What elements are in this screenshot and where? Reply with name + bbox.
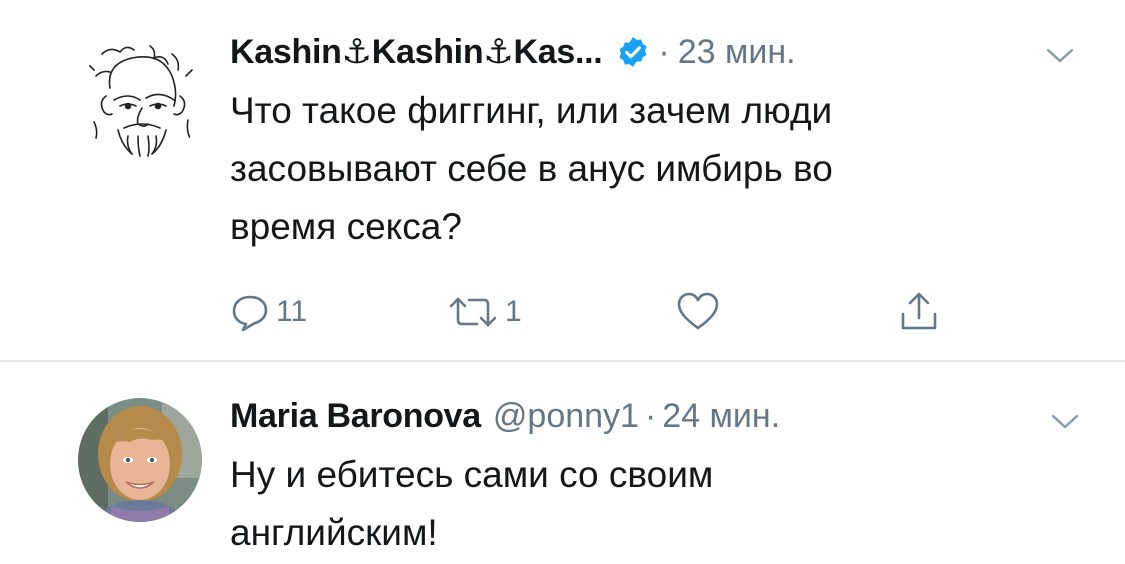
- share-icon: [901, 292, 937, 330]
- separator: ·: [644, 397, 657, 435]
- photo-avatar-icon: [78, 398, 202, 522]
- share-button[interactable]: [897, 282, 941, 342]
- tweet-text: Ну и ебитесь сами со своим английским!: [230, 454, 714, 553]
- like-icon: [677, 292, 719, 330]
- tweet[interactable]: Kashin⚓Kashin⚓Kas... · 23 мин. Что такое…: [0, 0, 1125, 361]
- verified-badge-icon: [619, 37, 647, 67]
- like-button[interactable]: [676, 282, 720, 342]
- tweet-header: Kashin⚓Kashin⚓Kas... · 23 мин.: [230, 28, 796, 76]
- tweet-header: Maria Baronova @ponny1 · 24 мин.: [230, 392, 780, 440]
- reply-count: 11: [276, 295, 308, 328]
- reply-button[interactable]: 11: [230, 282, 307, 342]
- sketch-portrait-icon: [87, 45, 193, 157]
- avatar[interactable]: [78, 398, 202, 522]
- reply-icon: [232, 295, 268, 332]
- handle[interactable]: @ponny1: [493, 392, 639, 440]
- tweet-actions: 11 1: [0, 282, 1125, 342]
- retweet-count: 1: [505, 295, 522, 328]
- chevron-down-icon[interactable]: [1045, 46, 1075, 66]
- retweet-icon: [449, 297, 497, 327]
- display-name[interactable]: Maria Baronova: [230, 392, 481, 440]
- timeline: Kashin⚓Kashin⚓Kas... · 23 мин. Что такое…: [0, 0, 1125, 564]
- retweet-button[interactable]: 1: [447, 282, 522, 342]
- display-name[interactable]: Kashin⚓Kashin⚓Kas...: [230, 28, 603, 76]
- tweet-text: Что такое фиггинг, или зачем люди засовы…: [230, 90, 833, 247]
- timestamp[interactable]: 24 мин.: [662, 392, 780, 440]
- avatar[interactable]: [80, 36, 204, 160]
- timestamp[interactable]: 23 мин.: [678, 28, 796, 76]
- chevron-down-icon[interactable]: [1050, 412, 1080, 432]
- tweet[interactable]: Maria Baronova @ponny1 · 24 мин. Ну и еб…: [0, 362, 1125, 564]
- separator: ·: [658, 33, 670, 71]
